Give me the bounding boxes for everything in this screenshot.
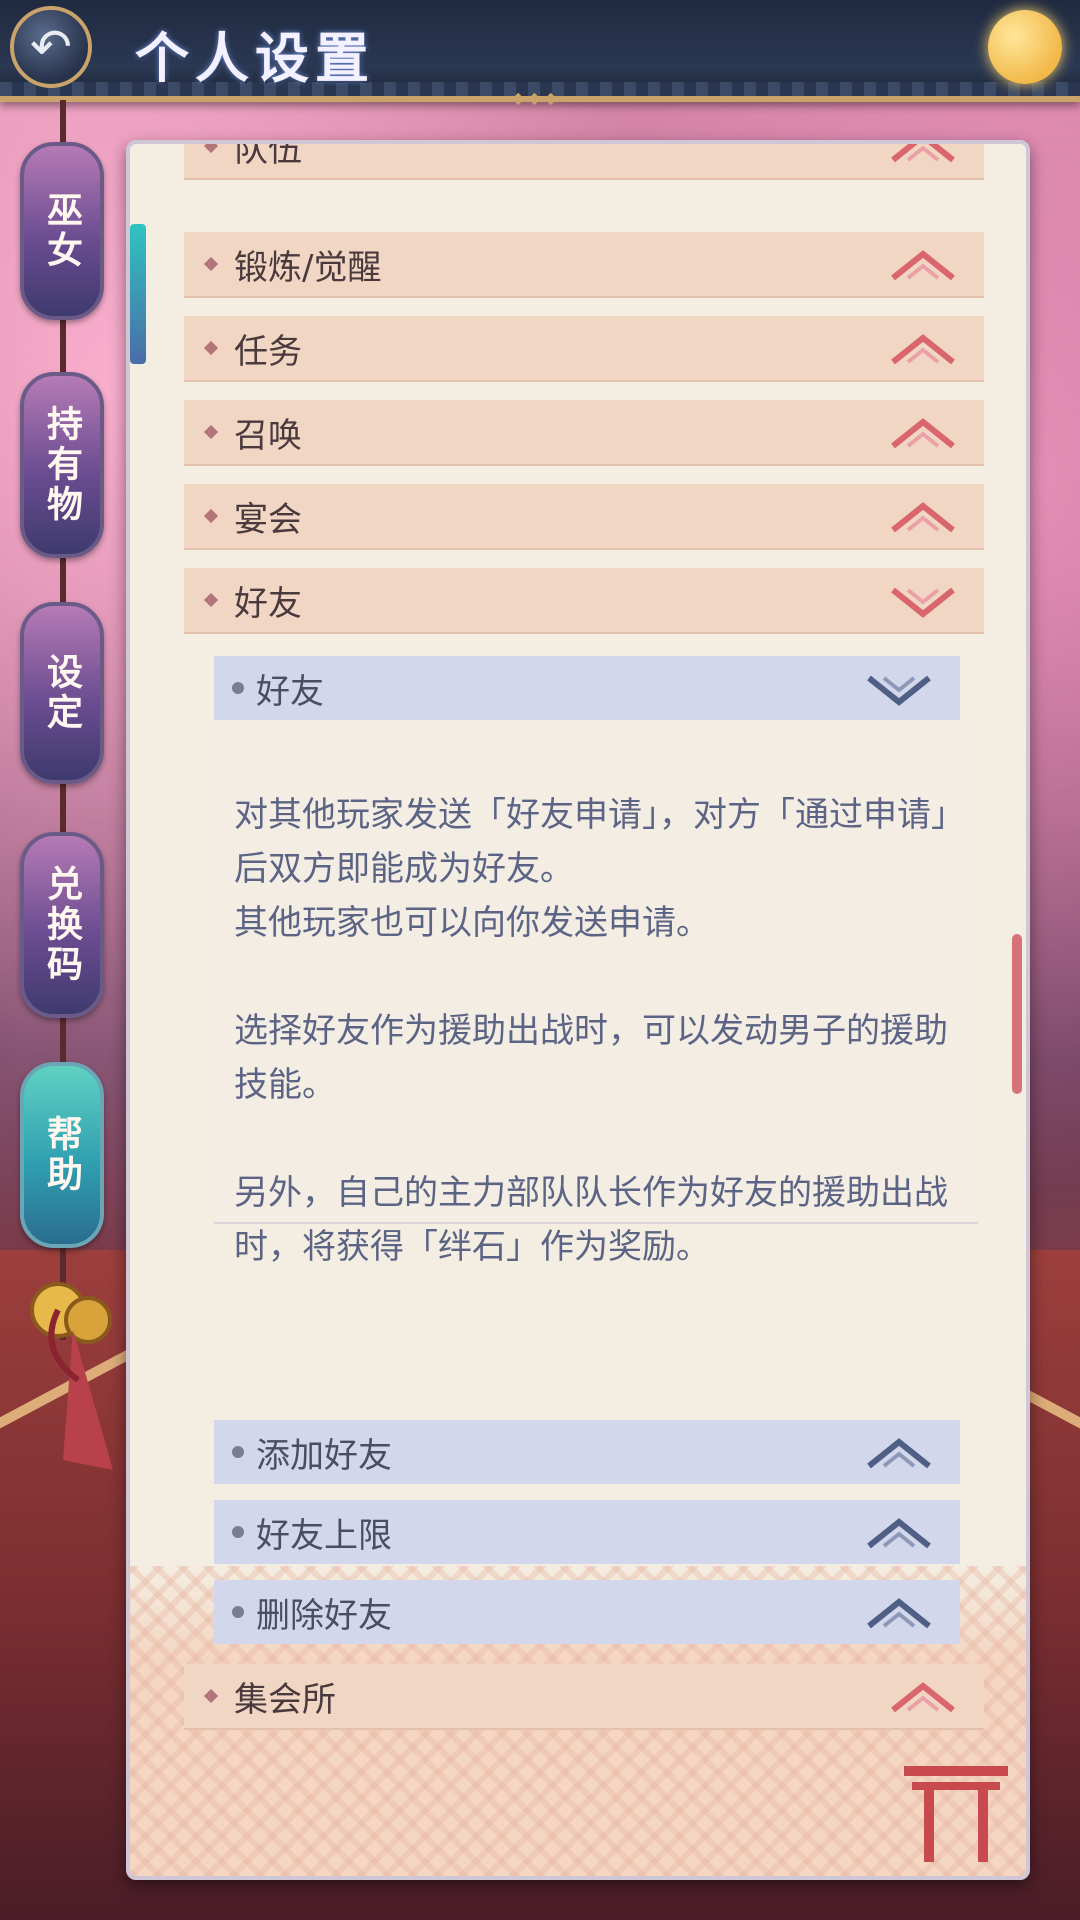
- diamond-icon: [203, 144, 219, 154]
- diamond-icon: [203, 508, 219, 524]
- category-row-banquet[interactable]: 宴会: [184, 484, 984, 550]
- friend-description: 对其他玩家发送「好友申请」，对方「通过申请」后双方即能成为好友。 其他玩家也可以…: [234, 795, 948, 1267]
- bullet-icon: [232, 1446, 244, 1458]
- category-row-friends[interactable]: 好友: [184, 568, 984, 634]
- bullet-icon: [232, 1526, 244, 1538]
- top-header-bar: ↶ 个人设置 ◆◆◆: [0, 0, 1080, 107]
- category-label: 任务: [234, 331, 302, 372]
- chevron-up-icon: [891, 334, 955, 365]
- tab-settings[interactable]: 设定: [20, 602, 104, 784]
- back-arrow-icon: ↶: [30, 18, 72, 76]
- panel-accent: [130, 224, 146, 364]
- category-label: 集会所: [234, 1679, 336, 1720]
- chevron-up-icon: [891, 502, 955, 533]
- torii-gate-icon: [904, 1766, 1008, 1862]
- back-button[interactable]: ↶: [10, 6, 92, 88]
- chevron-up-icon: [891, 250, 955, 281]
- chevron-up-icon: [891, 1682, 955, 1713]
- bullet-icon: [232, 1606, 244, 1618]
- diamond-icon: [203, 592, 219, 608]
- diamond-icon: [203, 340, 219, 356]
- category-label: 召唤: [234, 415, 302, 456]
- tab-help[interactable]: 帮助: [20, 1062, 104, 1248]
- sub-row-friends[interactable]: 好友: [214, 656, 960, 720]
- category-label: 好友: [234, 583, 302, 624]
- category-row-summon[interactable]: 召唤: [184, 400, 984, 466]
- friend-description-box: 对其他玩家发送「好友申请」，对方「通过申请」后双方即能成为好友。 其他玩家也可以…: [214, 720, 978, 1267]
- header-ornament: ◆◆◆: [512, 88, 561, 107]
- sub-row-friend-limit[interactable]: 好友上限: [214, 1500, 960, 1564]
- category-label: 宴会: [234, 499, 302, 540]
- category-label: 锻炼/觉醒: [234, 247, 382, 288]
- page-title: 个人设置: [135, 26, 375, 90]
- chevron-up-icon: [867, 1518, 931, 1549]
- bullet-icon: [232, 682, 244, 694]
- chevron-up-icon: [867, 1438, 931, 1469]
- sub-label: 添加好友: [256, 1435, 392, 1476]
- tab-miko[interactable]: 巫女: [20, 142, 104, 320]
- chevron-up-icon: [891, 144, 955, 163]
- chevron-up-icon: [891, 418, 955, 449]
- sub-label: 好友: [256, 671, 324, 712]
- chevron-down-icon: [867, 675, 931, 706]
- bell-tassel-icon: [30, 1282, 113, 1470]
- sub-label: 好友上限: [256, 1515, 392, 1556]
- diamond-icon: [203, 256, 219, 272]
- sub-label: 删除好友: [256, 1595, 392, 1636]
- category-row-gathering-hall[interactable]: 集会所: [184, 1664, 984, 1730]
- category-row-training[interactable]: 锻炼/觉醒: [184, 232, 984, 298]
- sub-row-add-friend[interactable]: 添加好友: [214, 1420, 960, 1484]
- scrollbar[interactable]: [1012, 934, 1022, 1094]
- help-panel: 队伍 锻炼/觉醒 任务 召唤 宴会 好友 好友 对其他玩家发送「好友申请」，对方…: [126, 140, 1030, 1880]
- diamond-icon: [203, 424, 219, 440]
- diamond-icon: [203, 1688, 219, 1704]
- category-row-team[interactable]: 队伍: [184, 140, 984, 180]
- chevron-up-icon: [867, 1598, 931, 1629]
- tab-inventory[interactable]: 持有物: [20, 372, 104, 558]
- chevron-down-icon: [891, 587, 955, 618]
- sub-row-delete-friend[interactable]: 删除好友: [214, 1580, 960, 1644]
- moon-icon: [988, 10, 1062, 84]
- category-row-quest[interactable]: 任务: [184, 316, 984, 382]
- category-label: 队伍: [234, 140, 302, 170]
- tab-redeem-code[interactable]: 兑换码: [20, 832, 104, 1018]
